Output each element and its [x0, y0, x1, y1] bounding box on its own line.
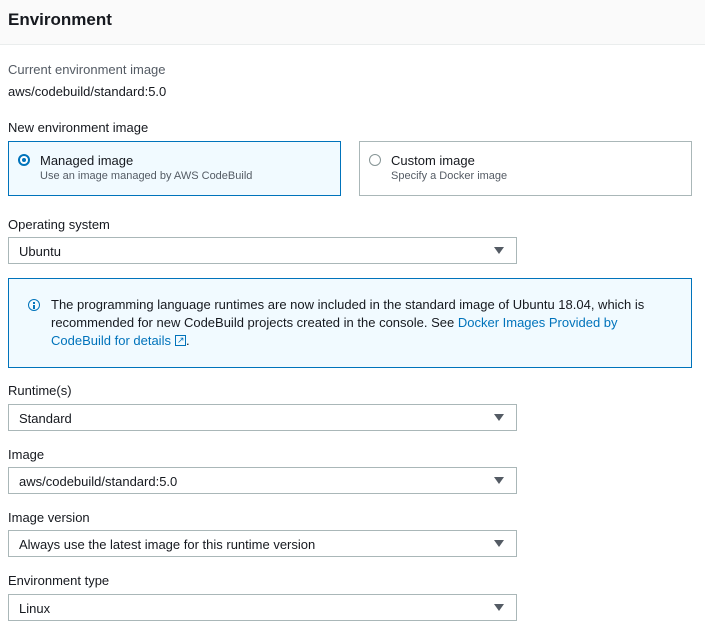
- external-link-icon: [174, 331, 186, 349]
- image-version-label: Image version: [8, 510, 90, 525]
- caret-down-icon: [494, 247, 504, 254]
- runtime-label: Runtime(s): [8, 383, 72, 398]
- environment-type-select[interactable]: Linux: [8, 594, 517, 621]
- operating-system-select[interactable]: Ubuntu: [8, 237, 517, 264]
- new-image-label: New environment image: [8, 120, 149, 135]
- section-header: Environment: [0, 0, 705, 45]
- custom-image-option[interactable]: Custom image Specify a Docker image: [359, 141, 692, 196]
- environment-type-value: Linux: [19, 601, 51, 616]
- image-version-select[interactable]: Always use the latest image for this run…: [8, 530, 517, 557]
- environment-type-label: Environment type: [8, 573, 110, 588]
- image-version-value: Always use the latest image for this run…: [19, 537, 316, 552]
- operating-system-value: Ubuntu: [19, 244, 61, 259]
- info-message: The programming language runtimes are no…: [51, 296, 681, 350]
- info-suffix: .: [185, 333, 190, 348]
- managed-image-title: Managed image: [40, 153, 134, 168]
- info-circle-icon: [28, 299, 40, 311]
- image-select[interactable]: aws/codebuild/standard:5.0: [8, 467, 517, 494]
- section-title: Environment: [8, 10, 112, 29]
- managed-image-option[interactable]: Managed image Use an image managed by AW…: [8, 141, 341, 196]
- runtime-value: Standard: [19, 411, 72, 426]
- caret-down-icon: [494, 604, 504, 611]
- current-image-value: aws/codebuild/standard:5.0: [8, 84, 167, 99]
- image-value: aws/codebuild/standard:5.0: [19, 474, 178, 489]
- current-image-label: Current environment image: [8, 62, 166, 77]
- custom-image-description: Specify a Docker image: [391, 170, 508, 182]
- operating-system-label: Operating system: [8, 217, 110, 232]
- caret-down-icon: [494, 540, 504, 547]
- caret-down-icon: [494, 414, 504, 421]
- image-label: Image: [8, 447, 45, 462]
- info-alert: The programming language runtimes are no…: [8, 278, 692, 368]
- custom-image-title: Custom image: [391, 153, 475, 168]
- caret-down-icon: [494, 477, 504, 484]
- managed-image-description: Use an image managed by AWS CodeBuild: [40, 170, 253, 182]
- custom-image-radio[interactable]: [369, 154, 381, 166]
- runtime-select[interactable]: Standard: [8, 404, 517, 431]
- managed-image-radio[interactable]: [18, 154, 30, 166]
